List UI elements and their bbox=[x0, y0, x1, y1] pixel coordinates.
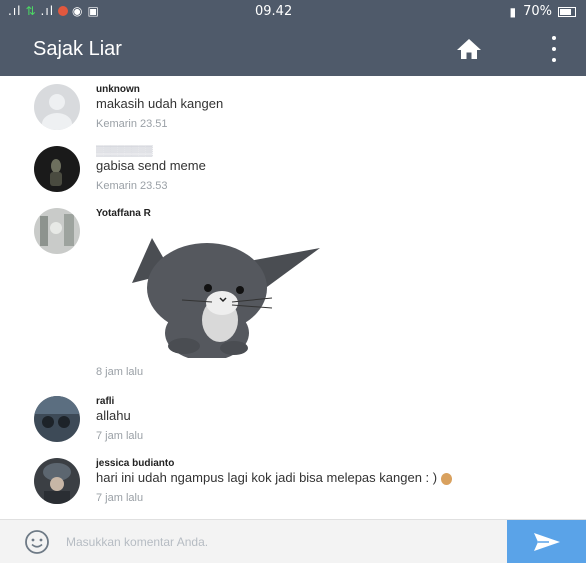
app-bar: Sajak Liar bbox=[0, 24, 586, 76]
avatar[interactable] bbox=[34, 84, 80, 130]
comment-body: rafli allahu 7 jam lalu bbox=[96, 396, 574, 442]
status-time: 09.42 bbox=[255, 4, 293, 19]
avatar[interactable] bbox=[34, 458, 80, 504]
comment-composer bbox=[0, 519, 586, 563]
status-indicators: .ıl ⇅ .ıl ◉ ▣ bbox=[8, 4, 100, 18]
comment-author[interactable]: ▒▒▒▒▒▒▒▒ bbox=[96, 146, 574, 157]
battery-icon bbox=[558, 6, 576, 17]
comment-author[interactable]: Yotaffana R bbox=[96, 208, 574, 219]
chat-icon: ◉ bbox=[72, 4, 84, 18]
default-avatar-icon bbox=[42, 94, 72, 130]
comment-text: allahu bbox=[96, 408, 131, 423]
data-transfer-icon: ⇅ bbox=[25, 4, 37, 18]
comment-author[interactable]: unknown bbox=[96, 84, 574, 95]
comment-time: Kemarin 23.53 bbox=[96, 180, 168, 192]
battery-percent: 70% bbox=[523, 4, 552, 19]
notification-icon bbox=[58, 6, 69, 16]
comment-body: Yotaffana R bbox=[96, 208, 574, 219]
comment-text: makasih udah kangen bbox=[96, 96, 224, 111]
home-icon[interactable] bbox=[456, 38, 482, 60]
photo-avatar-icon bbox=[34, 396, 80, 428]
photo-avatar-icon bbox=[50, 159, 62, 186]
photo-avatar-icon bbox=[40, 214, 74, 246]
comment-text: gabisa send meme bbox=[96, 158, 206, 173]
cat-sticker bbox=[132, 238, 320, 358]
comment-body: ▒▒▒▒▒▒▒▒ gabisa send meme Kemarin 23.53 bbox=[96, 146, 574, 192]
comment-time: 8 jam lalu bbox=[96, 366, 144, 378]
send-icon bbox=[534, 533, 560, 551]
send-button[interactable] bbox=[507, 520, 586, 563]
comment-list[interactable]: unknown makasih udah kangen Kemarin 23.5… bbox=[0, 76, 586, 519]
comment-text: hari ini udah ngampus lagi kok jadi bisa… bbox=[96, 469, 574, 486]
more-vert-icon[interactable] bbox=[549, 36, 559, 62]
avatar[interactable] bbox=[34, 396, 80, 442]
signal-icon: .ıl bbox=[40, 4, 55, 18]
emoji-icon bbox=[440, 472, 452, 485]
photo-avatar-icon bbox=[43, 463, 71, 504]
status-right: ▮ 70% bbox=[509, 4, 576, 19]
emoji-picker-icon[interactable] bbox=[24, 529, 50, 555]
signal-icon: .ıl bbox=[8, 4, 22, 18]
comment-body: unknown makasih udah kangen Kemarin 23.5… bbox=[96, 84, 574, 130]
comment-time: 7 jam lalu bbox=[96, 430, 144, 442]
comment-author[interactable]: rafli bbox=[96, 396, 574, 407]
image-icon: ▣ bbox=[87, 4, 100, 18]
comment-time: 7 jam lalu bbox=[96, 492, 144, 504]
avatar[interactable] bbox=[34, 146, 80, 192]
comment-input[interactable] bbox=[66, 530, 486, 554]
status-bar: .ıl ⇅ .ıl ◉ ▣ 09.42 ▮ 70% bbox=[0, 0, 586, 24]
comment-author[interactable]: jessica budianto bbox=[96, 458, 574, 469]
comment-time: Kemarin 23.51 bbox=[96, 118, 168, 130]
avatar[interactable] bbox=[34, 208, 80, 254]
network-icon: ▮ bbox=[509, 4, 518, 19]
page-title: Sajak Liar bbox=[33, 38, 122, 60]
comment-body: jessica budianto hari ini udah ngampus l… bbox=[96, 458, 574, 504]
